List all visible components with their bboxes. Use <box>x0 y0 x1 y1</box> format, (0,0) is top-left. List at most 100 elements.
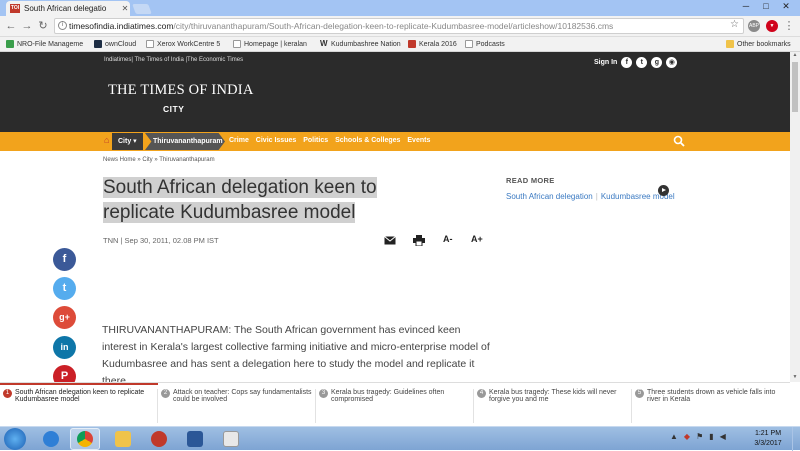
active-story-indicator <box>0 383 158 385</box>
taskbar-network[interactable] <box>144 428 174 450</box>
home-icon[interactable]: ⌂ <box>104 135 109 145</box>
sign-in-link[interactable]: Sign In <box>594 59 617 66</box>
bookmark-star-icon[interactable]: ☆ <box>730 19 739 30</box>
bookmarks-bar: NRO-File Manageme ownCloud Xerox WorkCen… <box>0 37 800 52</box>
maximize-icon[interactable]: □ <box>756 0 776 12</box>
nav-sublinks: Crime Civic Issues Politics Schools & Co… <box>229 137 435 144</box>
nav-thiruvananthapuram[interactable]: Thiruvananthapuram <box>145 133 225 150</box>
story-item[interactable]: 1 South African delegation keen to repli… <box>0 389 158 423</box>
address-bar[interactable]: i timesofindia.indiatimes.com/city/thiru… <box>54 18 744 34</box>
other-bookmarks[interactable]: Other bookmarks <box>726 40 791 48</box>
sign-in-area: Sign In f t g ◉ <box>594 57 678 68</box>
browser-tab[interactable]: TOI South African delegatio ✕ <box>6 1 130 16</box>
masthead: Indiatimes| The Times of India |The Econ… <box>0 52 790 132</box>
page-icon <box>233 40 241 48</box>
rss-icon[interactable]: ◉ <box>666 57 678 68</box>
site-logo[interactable]: THE TIMES OF INDIA <box>108 82 254 99</box>
taskbar-explorer[interactable] <box>108 428 138 450</box>
section-label: CITY <box>163 104 185 114</box>
taskbar-ie[interactable] <box>36 428 66 450</box>
tab-close-icon[interactable]: ✕ <box>120 4 130 13</box>
share-facebook-icon[interactable]: f <box>53 248 76 271</box>
bookmark-item[interactable]: Homepage | keralan <box>233 40 307 48</box>
browser-tab-strip: TOI South African delegatio ✕ ─ □ ✕ <box>0 0 800 16</box>
page-scrollbar[interactable]: ▲ ▼ <box>790 52 800 382</box>
article-byline: TNN | Sep 30, 2011, 02.08 PM IST <box>103 236 219 245</box>
chrome-menu-icon[interactable]: ⋮ <box>782 19 796 33</box>
section-nav: ⌂ City ▾ Thiruvananthapuram Crime Civic … <box>0 132 790 151</box>
bookmark-item[interactable]: Podcasts <box>465 40 505 48</box>
story-item[interactable]: 5 Three students drown as vehicle falls … <box>632 389 790 423</box>
font-larger-button[interactable]: A+ <box>471 234 483 244</box>
close-window-icon[interactable]: ✕ <box>776 0 796 12</box>
show-desktop-button[interactable] <box>792 427 800 451</box>
bookmark-item[interactable]: Kerala 2016 <box>408 40 457 48</box>
tray-volume-icon[interactable]: ◀ <box>720 432 726 441</box>
globe-icon <box>151 431 167 447</box>
window-controls: ─ □ ✕ <box>736 0 796 12</box>
nav-link[interactable]: Events <box>407 137 430 144</box>
wikipedia-icon: W <box>320 39 328 48</box>
tray-flag-icon[interactable]: ⚑ <box>696 432 703 441</box>
font-smaller-button[interactable]: A- <box>443 234 453 244</box>
tray-app-icon[interactable]: ◆ <box>684 432 690 441</box>
print-icon[interactable] <box>413 235 425 246</box>
cloud-icon <box>94 40 102 48</box>
facebook-icon[interactable]: f <box>621 57 633 68</box>
nav-link[interactable]: Civic Issues <box>256 137 296 144</box>
share-twitter-icon[interactable]: t <box>53 277 76 300</box>
share-pinterest-icon[interactable]: P <box>53 365 76 382</box>
reload-icon[interactable]: ↻ <box>36 19 50 33</box>
bookmark-item[interactable]: NRO-File Manageme <box>6 40 83 48</box>
share-linkedin-icon[interactable]: in <box>53 336 76 359</box>
start-button[interactable] <box>4 428 26 450</box>
windows-taskbar: ▲ ◆ ⚑ ▮ ◀ 1:21 PM 3/3/2017 <box>0 426 800 451</box>
scroll-up-icon[interactable]: ▲ <box>790 52 800 60</box>
minimize-icon[interactable]: ─ <box>736 0 756 12</box>
breadcrumb[interactable]: News Home » City » Thiruvananthapuram <box>103 157 215 163</box>
scroll-down-icon[interactable]: ▼ <box>790 374 800 382</box>
tray-expand-icon[interactable]: ▲ <box>670 432 678 441</box>
bookmark-item[interactable]: W Kudumbashree Nation <box>320 40 401 48</box>
word-icon <box>187 431 203 447</box>
play-icon[interactable] <box>658 185 669 196</box>
taskbar-paint[interactable] <box>216 428 246 450</box>
back-icon[interactable]: ← <box>4 19 18 33</box>
share-google-plus-icon[interactable]: g+ <box>53 306 76 329</box>
taskbar-word[interactable] <box>180 428 210 450</box>
related-stories-strip: 1 South African delegation keen to repli… <box>0 382 790 426</box>
nav-link[interactable]: Politics <box>303 137 328 144</box>
nav-link[interactable]: Crime <box>229 137 249 144</box>
story-item[interactable]: 3 Kerala bus tragedy: Guidelines often c… <box>316 389 474 423</box>
tray-network-icon[interactable]: ▮ <box>709 432 713 441</box>
url-path: /city/thiruvananthapuram/South-African-d… <box>173 21 614 31</box>
bookmark-favicon-icon <box>6 40 14 48</box>
browser-toolbar: ← → ↻ i timesofindia.indiatimes.com/city… <box>0 16 800 37</box>
extension-shield-icon[interactable]: ▼ <box>766 20 778 32</box>
read-more-link[interactable]: South African delegation <box>506 192 593 201</box>
nav-city[interactable]: City ▾ <box>112 133 143 150</box>
bookmark-item[interactable]: Xerox WorkCentre 5 <box>146 40 220 48</box>
page-icon <box>465 40 473 48</box>
nav-link[interactable]: Schools & Colleges <box>335 137 400 144</box>
new-tab-button[interactable] <box>132 4 152 14</box>
read-more-title: READ MORE <box>506 176 555 185</box>
extension-icon[interactable]: ABP <box>748 20 760 32</box>
article-headline: South African delegation keen to replica… <box>103 177 377 223</box>
story-item[interactable]: 4 Kerala bus tragedy: These kids will ne… <box>474 389 632 423</box>
page-icon <box>146 40 154 48</box>
system-clock[interactable]: 1:21 PM 3/3/2017 <box>748 429 788 449</box>
search-icon[interactable] <box>673 135 685 147</box>
story-item[interactable]: 2 Attack on teacher: Cops say fundamenta… <box>158 389 316 423</box>
forward-icon[interactable]: → <box>20 19 34 33</box>
twitter-icon[interactable]: t <box>636 57 648 68</box>
internet-explorer-icon <box>43 431 59 447</box>
site-info-icon[interactable]: i <box>58 21 67 30</box>
scrollbar-thumb[interactable] <box>792 62 798 112</box>
bookmark-item[interactable]: ownCloud <box>94 40 136 48</box>
toi-favicon-icon: TOI <box>10 4 20 13</box>
taskbar-chrome[interactable] <box>70 428 100 450</box>
google-plus-icon[interactable]: g <box>651 57 663 68</box>
email-icon[interactable] <box>384 236 396 245</box>
network-links[interactable]: Indiatimes| The Times of India |The Econ… <box>104 57 243 63</box>
